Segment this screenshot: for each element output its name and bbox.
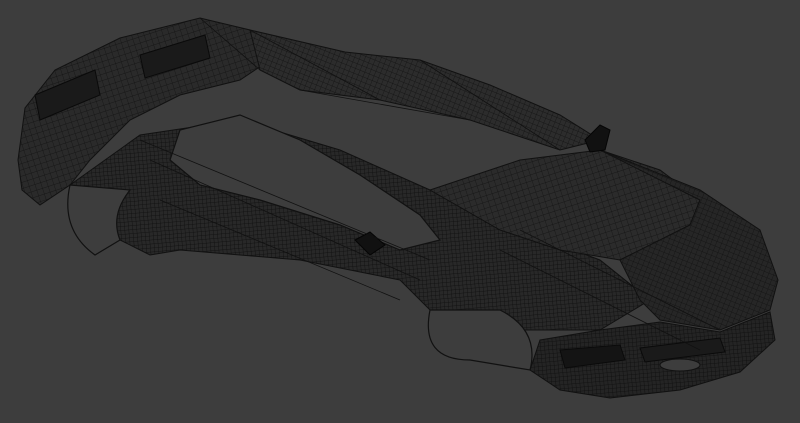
fog-light xyxy=(659,358,701,372)
3d-viewport[interactable] xyxy=(0,0,800,423)
side-mirror xyxy=(584,124,611,153)
car-wireframe-model[interactable] xyxy=(0,0,800,423)
